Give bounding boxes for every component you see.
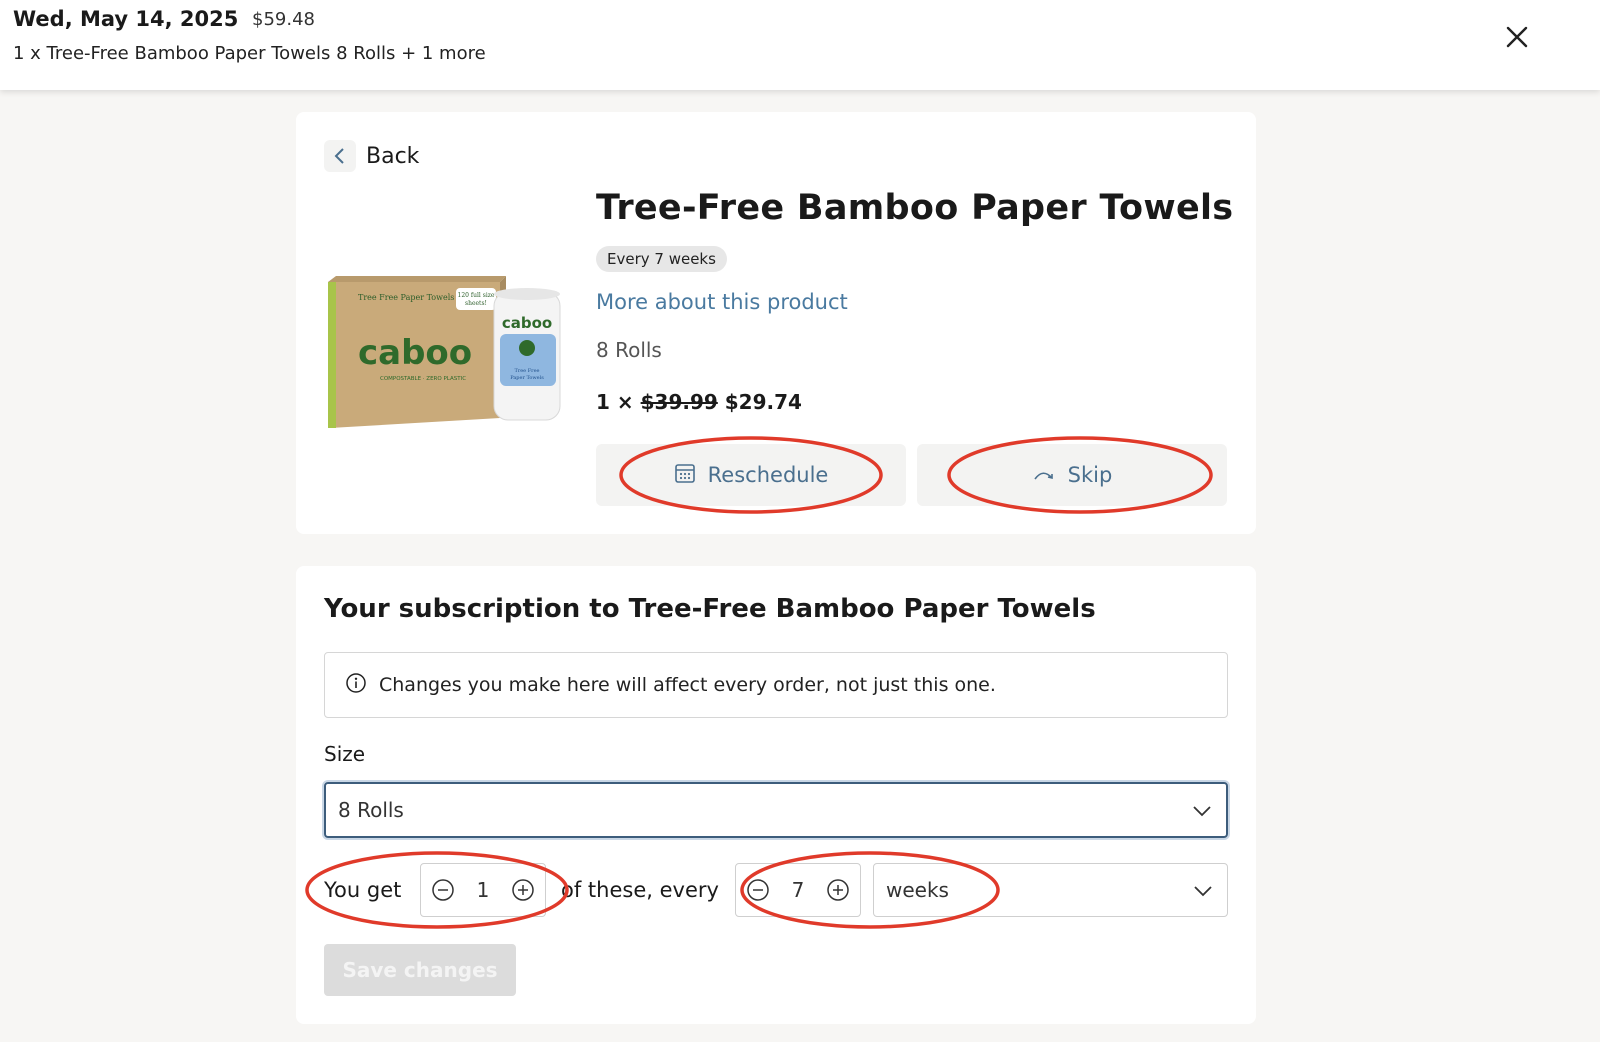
subscription-card: Your subscription to Tree-Free Bamboo Pa… [296, 566, 1256, 1024]
box-tagline: COMPOSTABLE · ZERO PLASTIC [380, 376, 466, 382]
chevron-down-icon [1192, 798, 1212, 822]
quantity-stepper: 1 [420, 863, 546, 917]
svg-text:120 full size: 120 full size [458, 292, 495, 299]
product-size: 8 Rolls [596, 338, 662, 362]
of-these-label: of these, every [561, 878, 719, 902]
order-items-summary: 1 x Tree-Free Bamboo Paper Towels 8 Roll… [13, 43, 486, 64]
product-card: Back Tree Free Paper Towels 120 full siz… [296, 112, 1256, 534]
unit-select-value: weeks [886, 878, 949, 902]
chevron-left-icon [324, 140, 356, 172]
skip-label: Skip [1067, 463, 1113, 487]
you-get-label: You get [324, 878, 402, 902]
quantity-prefix: 1 × [596, 390, 634, 414]
minus-circle-icon[interactable] [746, 878, 770, 902]
order-total: $59.48 [252, 9, 315, 30]
close-icon[interactable] [1500, 20, 1534, 54]
size-select-value: 8 Rolls [338, 798, 404, 822]
info-notice: Changes you make here will affect every … [324, 652, 1228, 718]
chevron-down-icon [1193, 878, 1213, 902]
price-line: 1 × $39.99 $29.74 [596, 390, 802, 414]
back-button[interactable]: Back [324, 140, 419, 172]
order-header: Wed, May 14, 2025 $59.48 1 x Tree-Free B… [0, 0, 1600, 90]
more-about-product-link[interactable]: More about this product [596, 290, 848, 314]
quantity-value[interactable]: 1 [477, 878, 490, 902]
svg-text:sheets!: sheets! [465, 300, 487, 307]
skip-button[interactable]: Skip [917, 444, 1227, 506]
save-changes-button[interactable]: Save changes [324, 944, 516, 996]
svg-text:Tree Free: Tree Free [514, 368, 539, 374]
frequency-stepper: 7 [735, 863, 861, 917]
skip-arrow-icon [1032, 463, 1056, 487]
order-date: Wed, May 14, 2025 [13, 7, 239, 31]
reschedule-label: Reschedule [707, 463, 829, 487]
product-title: Tree-Free Bamboo Paper Towels [596, 188, 1234, 228]
info-text: Changes you make here will affect every … [379, 674, 996, 696]
product-image: Tree Free Paper Towels 120 full size she… [328, 276, 561, 428]
subscription-title: Your subscription to Tree-Free Bamboo Pa… [324, 594, 1096, 624]
reschedule-button[interactable]: Reschedule [596, 444, 906, 506]
back-label: Back [366, 143, 420, 169]
box-brand: caboo [358, 333, 472, 373]
roll-brand: caboo [502, 314, 552, 332]
original-price: $39.99 [640, 390, 718, 414]
frequency-badge: Every 7 weeks [596, 246, 727, 272]
plus-circle-icon[interactable] [511, 878, 535, 902]
calendar-icon [674, 462, 696, 489]
sale-price: $29.74 [724, 390, 802, 414]
svg-text:Paper Towels: Paper Towels [510, 375, 544, 381]
size-select[interactable]: 8 Rolls [324, 782, 1228, 838]
plus-circle-icon[interactable] [826, 878, 850, 902]
minus-circle-icon[interactable] [431, 878, 455, 902]
size-label: Size [324, 742, 366, 766]
info-icon [345, 672, 367, 699]
box-title: Tree Free Paper Towels [358, 293, 454, 302]
frequency-value[interactable]: 7 [792, 878, 805, 902]
frequency-unit-select[interactable]: weeks [873, 863, 1228, 917]
